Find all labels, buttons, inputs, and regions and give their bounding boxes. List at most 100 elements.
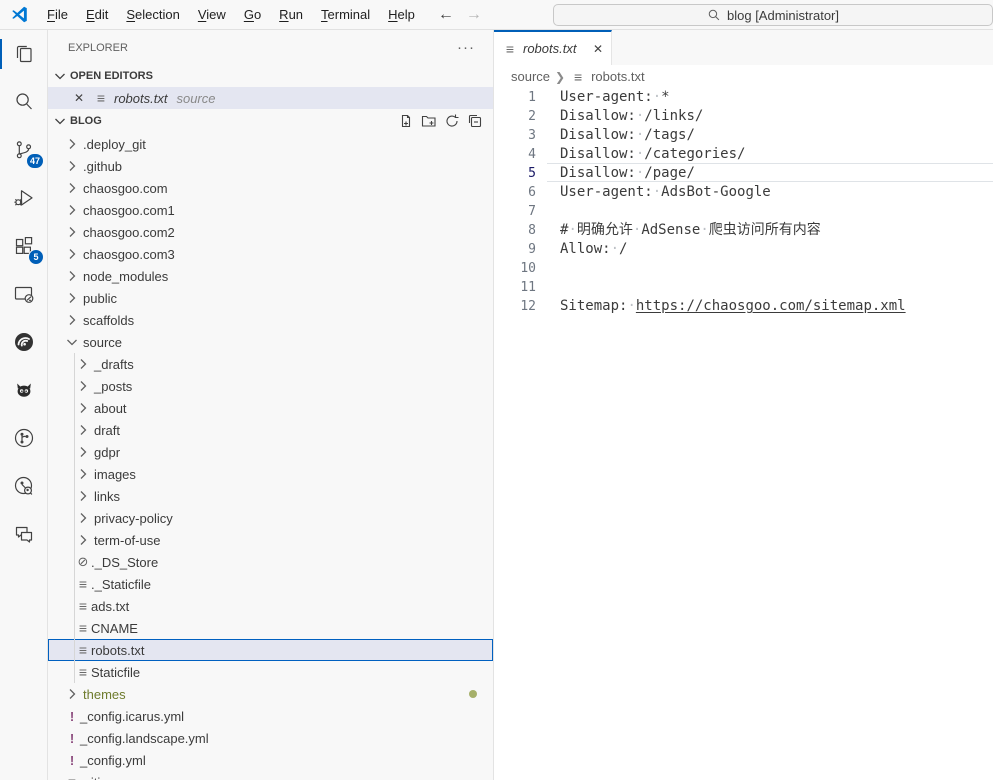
line-number: 6 bbox=[494, 183, 536, 202]
comments-icon bbox=[12, 522, 36, 546]
indent-guide bbox=[74, 485, 75, 507]
code-line-1[interactable]: 1User-agent:·* bbox=[494, 88, 993, 107]
tree-item-scaffolds[interactable]: scaffolds bbox=[48, 309, 493, 331]
tab-robots-txt[interactable]: ≡ robots.txt ✕ bbox=[494, 30, 612, 65]
code-line-7[interactable]: 7 bbox=[494, 202, 993, 221]
tree-item-node-modules[interactable]: node_modules bbox=[48, 265, 493, 287]
menu-item-edit[interactable]: Edit bbox=[77, 4, 117, 25]
breadcrumb-file[interactable]: robots.txt bbox=[591, 69, 644, 84]
command-center-search[interactable]: blog [Administrator] bbox=[553, 4, 993, 26]
menu-item-go[interactable]: Go bbox=[235, 4, 270, 25]
editor-area: ≡ robots.txt ✕ source ❯ ≡ robots.txt 1Us… bbox=[494, 30, 993, 780]
indent-guide bbox=[74, 419, 75, 441]
line-number: 12 bbox=[494, 297, 536, 316]
file-icon: ≡ bbox=[64, 775, 80, 780]
tree-item--staticfile[interactable]: ≡._Staticfile bbox=[48, 573, 493, 595]
forward-arrow-icon[interactable]: → bbox=[466, 6, 482, 24]
code-line-8[interactable]: 8#·明确允许·AdSense·爬虫访问所有内容 bbox=[494, 221, 993, 240]
file-icon: ≡ bbox=[570, 70, 586, 84]
indent-guide bbox=[74, 375, 75, 397]
code-line-11[interactable]: 11 bbox=[494, 278, 993, 297]
chevron-right-icon bbox=[64, 312, 80, 328]
yml-file-icon: ! bbox=[64, 709, 80, 724]
open-editors-label: OPEN EDITORS bbox=[70, 70, 153, 82]
menu-item-selection[interactable]: Selection bbox=[117, 4, 188, 25]
tree-item-themes[interactable]: themes bbox=[48, 683, 493, 705]
menu-item-file[interactable]: File bbox=[38, 4, 77, 25]
line-number: 7 bbox=[494, 202, 536, 221]
activity-remote-explorer[interactable] bbox=[0, 270, 47, 318]
activity-source-control[interactable]: 47 bbox=[0, 126, 47, 174]
menu-item-run[interactable]: Run bbox=[270, 4, 312, 25]
indent-guide bbox=[74, 529, 75, 551]
tree-item-chaosgoo-com3[interactable]: chaosgoo.com3 bbox=[48, 243, 493, 265]
activity-run-debug[interactable] bbox=[0, 174, 47, 222]
tree-item-ads-txt[interactable]: ≡ads.txt bbox=[48, 595, 493, 617]
collapse-all-icon[interactable] bbox=[467, 113, 483, 129]
chevron-right-icon bbox=[75, 400, 91, 416]
indent-guide bbox=[74, 441, 75, 463]
run-and-debug-icon bbox=[12, 186, 36, 210]
code-line-4[interactable]: 4Disallow:·/categories/ bbox=[494, 145, 993, 164]
activity-extensions[interactable]: 5 bbox=[0, 222, 47, 270]
tree-item--ds-store[interactable]: ⊘._DS_Store bbox=[48, 551, 493, 573]
tree-item--github[interactable]: .github bbox=[48, 155, 493, 177]
workspace-header-blog[interactable]: BLOG bbox=[48, 109, 493, 133]
open-editors-header[interactable]: OPEN EDITORS bbox=[48, 65, 493, 87]
close-icon[interactable]: ✕ bbox=[593, 42, 603, 56]
tree-item-chaosgoo-com2[interactable]: chaosgoo.com2 bbox=[48, 221, 493, 243]
activity-ai-assistant[interactable] bbox=[0, 366, 47, 414]
more-actions-icon[interactable]: ··· bbox=[457, 39, 475, 56]
code-line-6[interactable]: 6User-agent:·AdsBot-Google bbox=[494, 183, 993, 202]
close-icon[interactable]: ✕ bbox=[74, 91, 88, 105]
open-editor-robots-txt[interactable]: ✕ ≡ robots.txt source bbox=[48, 87, 493, 109]
activity-git-graph[interactable] bbox=[0, 414, 47, 462]
back-arrow-icon[interactable]: ← bbox=[438, 6, 454, 24]
tree-item--config-icarus-yml[interactable]: !_config.icarus.yml bbox=[48, 705, 493, 727]
tree-item--gitignore[interactable]: ≡.gitignore bbox=[48, 771, 493, 780]
menu-item-view[interactable]: View bbox=[189, 4, 235, 25]
tree-item-robots-txt[interactable]: ≡robots.txt bbox=[48, 639, 493, 661]
file-icon: ≡ bbox=[502, 42, 518, 56]
tree-item--drafts[interactable]: _drafts bbox=[48, 353, 493, 375]
open-editor-detail: source bbox=[176, 91, 215, 106]
tree-item-privacy-policy[interactable]: privacy-policy bbox=[48, 507, 493, 529]
tree-item--config-yml[interactable]: !_config.yml bbox=[48, 749, 493, 771]
menu-item-help[interactable]: Help bbox=[379, 4, 424, 25]
tree-item-chaosgoo-com[interactable]: chaosgoo.com bbox=[48, 177, 493, 199]
remote-explorer-icon bbox=[12, 282, 36, 306]
tree-item--posts[interactable]: _posts bbox=[48, 375, 493, 397]
activity-git-file-history[interactable] bbox=[0, 462, 47, 510]
code-line-3[interactable]: 3Disallow:·/tags/ bbox=[494, 126, 993, 145]
code-line-10[interactable]: 10 bbox=[494, 259, 993, 278]
tree-item-public[interactable]: public bbox=[48, 287, 493, 309]
tree-item-staticfile[interactable]: ≡Staticfile bbox=[48, 661, 493, 683]
detected-link[interactable]: https://chaosgoo.com/sitemap.xml bbox=[636, 298, 906, 314]
new-file-icon[interactable] bbox=[398, 113, 414, 129]
activity-comments[interactable] bbox=[0, 510, 47, 558]
tree-item--deploy-git[interactable]: .deploy_git bbox=[48, 133, 493, 155]
tree-item-draft[interactable]: draft bbox=[48, 419, 493, 441]
activity-esp-idf[interactable] bbox=[0, 318, 47, 366]
tree-item-about[interactable]: about bbox=[48, 397, 493, 419]
activity-search[interactable] bbox=[0, 78, 47, 126]
new-folder-icon[interactable] bbox=[421, 113, 437, 129]
code-line-12[interactable]: 12Sitemap:·https://chaosgoo.com/sitemap.… bbox=[494, 297, 993, 316]
menu-item-terminal[interactable]: Terminal bbox=[312, 4, 379, 25]
code-editor[interactable]: 1User-agent:·*2Disallow:·/links/3Disallo… bbox=[494, 88, 993, 780]
indent-guide bbox=[74, 661, 75, 683]
code-line-2[interactable]: 2Disallow:·/links/ bbox=[494, 107, 993, 126]
code-line-9[interactable]: 9Allow:·/ bbox=[494, 240, 993, 259]
code-line-5[interactable]: 5Disallow:·/page/ bbox=[494, 164, 993, 183]
tree-item--config-landscape-yml[interactable]: !_config.landscape.yml bbox=[48, 727, 493, 749]
activity-explorer[interactable] bbox=[0, 30, 47, 78]
tree-item-images[interactable]: images bbox=[48, 463, 493, 485]
refresh-icon[interactable] bbox=[444, 113, 460, 129]
tree-item-chaosgoo-com1[interactable]: chaosgoo.com1 bbox=[48, 199, 493, 221]
breadcrumb-source[interactable]: source bbox=[511, 69, 550, 84]
tree-item-gdpr[interactable]: gdpr bbox=[48, 441, 493, 463]
tree-item-term-of-use[interactable]: term-of-use bbox=[48, 529, 493, 551]
tree-item-cname[interactable]: ≡CNAME bbox=[48, 617, 493, 639]
tree-item-links[interactable]: links bbox=[48, 485, 493, 507]
tree-item-source[interactable]: source bbox=[48, 331, 493, 353]
